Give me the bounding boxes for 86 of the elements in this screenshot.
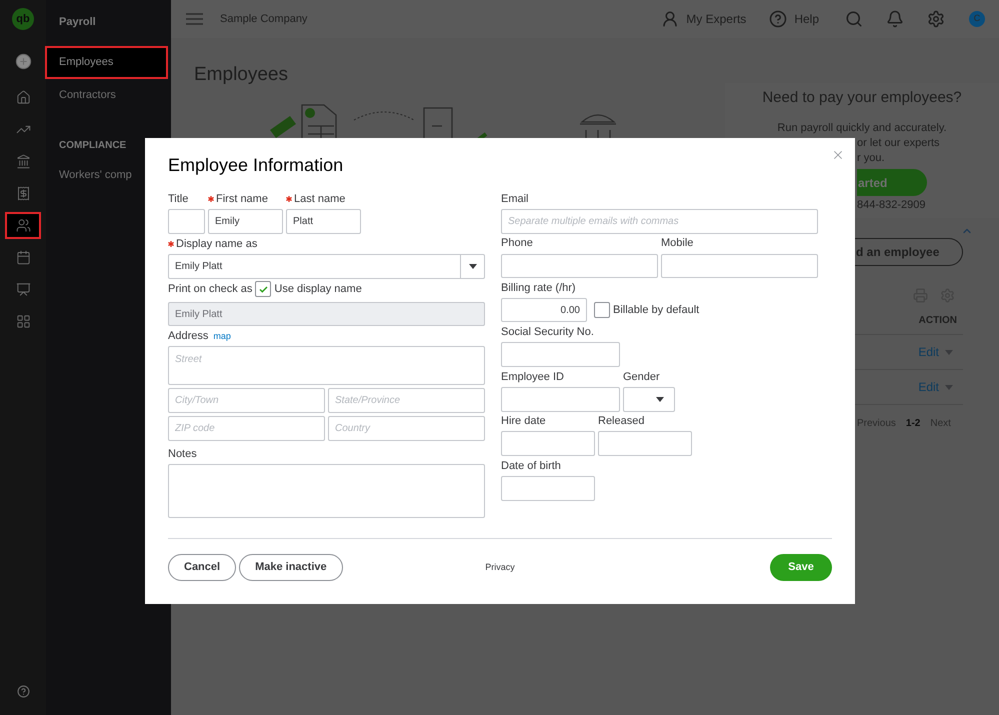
field-label: Last name xyxy=(294,192,346,206)
promo-text: r you. xyxy=(857,151,886,166)
people-icon xyxy=(16,218,30,233)
promo-text: Run payroll quickly and accurately. xyxy=(776,120,948,136)
text-field[interactable]: ZIP code xyxy=(168,416,325,441)
caret-icon xyxy=(468,264,476,269)
menu-icon[interactable] xyxy=(186,13,203,25)
caret-icon xyxy=(945,384,953,390)
checkbox-label: Billable by default xyxy=(613,302,700,318)
person-icon xyxy=(661,10,680,28)
board-icon xyxy=(16,282,30,297)
text-field[interactable] xyxy=(501,254,658,278)
field-label: Email xyxy=(501,192,529,206)
checkbox[interactable] xyxy=(594,302,610,318)
text-field[interactable] xyxy=(661,254,818,278)
pagination-link[interactable]: 1-2 xyxy=(906,416,920,431)
text-field[interactable]: City/Town xyxy=(168,388,325,413)
text-field[interactable] xyxy=(501,431,595,456)
privacy-link[interactable]: Privacy xyxy=(485,560,515,574)
required-icon xyxy=(168,241,174,247)
field-label: Mobile xyxy=(661,236,694,250)
text-field[interactable]: State/Province xyxy=(328,388,485,413)
field-label: Title xyxy=(168,192,188,206)
required-icon xyxy=(208,196,214,202)
text-field[interactable] xyxy=(168,209,205,234)
text-field[interactable] xyxy=(598,431,692,456)
settings-icon[interactable] xyxy=(927,10,945,28)
check-icon xyxy=(258,286,268,292)
promo-text: or let our experts xyxy=(857,136,941,151)
field-label: Gender xyxy=(623,370,660,384)
bank-icon xyxy=(16,154,30,169)
bell-icon[interactable] xyxy=(886,10,904,28)
cancel-button[interactable]: Cancel xyxy=(168,554,236,581)
receipt-icon xyxy=(16,186,30,201)
text-area[interactable] xyxy=(168,464,485,518)
add-icon xyxy=(14,53,32,70)
nav-title: Payroll xyxy=(59,15,97,30)
field-label: Notes xyxy=(168,447,197,461)
text-field[interactable]: Country xyxy=(328,416,485,441)
text-field[interactable]: Platt xyxy=(286,209,361,234)
field-label: First name xyxy=(216,192,268,206)
my-experts-link[interactable]: My Experts xyxy=(661,10,746,28)
required-icon xyxy=(286,196,292,202)
text-field[interactable]: 0.00 xyxy=(501,298,587,322)
caret-icon xyxy=(945,350,953,354)
dropdown[interactable]: Emily Platt xyxy=(168,254,485,279)
promo-title: Need to pay your employees? xyxy=(761,88,963,108)
text-field[interactable]: Separate multiple emails with commas xyxy=(501,209,818,234)
calendar-icon xyxy=(16,250,30,265)
field-label: Date of birth xyxy=(501,459,561,473)
field-label: Employee ID xyxy=(501,370,564,384)
phone-number: 844-832-2909 xyxy=(857,198,927,213)
field-label: Billing rate (/hr) xyxy=(501,281,576,295)
home-icon xyxy=(16,90,30,105)
field-label: Social Security No. xyxy=(501,325,594,339)
map-link[interactable]: map xyxy=(213,330,231,343)
page-title: Employees xyxy=(194,63,289,87)
field-label: Display name as xyxy=(176,237,258,251)
help-icon[interactable] xyxy=(16,685,30,698)
company-name: Sample Company xyxy=(220,12,308,27)
text-area[interactable]: Street xyxy=(168,346,485,385)
nav-item[interactable]: Employees xyxy=(45,46,168,78)
search-icon[interactable] xyxy=(845,10,863,28)
grid-icon xyxy=(16,314,30,329)
nav-item[interactable]: Contractors xyxy=(45,78,168,112)
help-icon xyxy=(769,10,788,28)
section-heading: COMPLIANCE xyxy=(59,138,128,152)
text-field[interactable] xyxy=(501,342,620,367)
text-field[interactable] xyxy=(501,387,620,412)
logo[interactable]: qb xyxy=(12,8,34,30)
field-label: Address xyxy=(168,329,208,343)
dialog-title: Employee Information xyxy=(168,154,344,177)
text-field[interactable]: Emily xyxy=(208,209,283,234)
text-field[interactable] xyxy=(501,476,595,501)
close-button[interactable] xyxy=(831,148,845,162)
field-label: Phone xyxy=(501,236,533,250)
field-label: Print on check as xyxy=(168,282,252,297)
people-nav-button[interactable] xyxy=(5,212,41,239)
column-header: ACTION xyxy=(918,314,958,328)
gender-dropdown[interactable] xyxy=(623,387,675,412)
caret-icon xyxy=(656,397,664,402)
field-label: Hire date xyxy=(501,414,546,428)
save-button[interactable]: Save xyxy=(770,554,832,581)
checkbox-label: Use display name xyxy=(274,282,362,297)
help-link[interactable]: Help xyxy=(769,10,819,28)
field-label: Released xyxy=(598,414,644,428)
